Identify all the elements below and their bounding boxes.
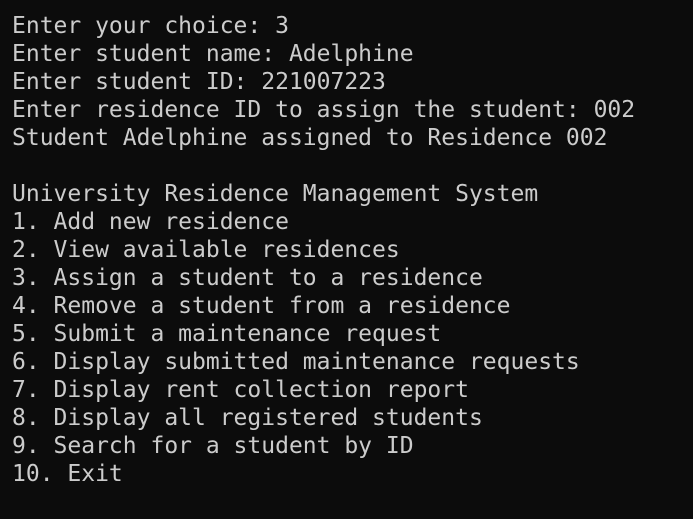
menu-item-display-students: 8. Display all registered students	[12, 405, 483, 431]
menu-item-display-maintenance: 6. Display submitted maintenance request…	[12, 349, 580, 375]
student-name-prompt-line: Enter student name: Adelphine	[12, 41, 414, 67]
assignment-confirmation-line: Student Adelphine assigned to Residence …	[12, 125, 608, 151]
menu-item-exit: 10. Exit	[12, 461, 123, 487]
terminal-window[interactable]: Enter your choice: 3 Enter student name:…	[0, 0, 693, 519]
menu-item-search-student: 9. Search for a student by ID	[12, 433, 414, 459]
menu-item-assign-student: 3. Assign a student to a residence	[12, 265, 483, 291]
menu-item-add-residence: 1. Add new residence	[12, 209, 289, 235]
menu-item-rent-report: 7. Display rent collection report	[12, 377, 469, 403]
menu-item-remove-student: 4. Remove a student from a residence	[12, 293, 511, 319]
menu-item-view-residences: 2. View available residences	[12, 237, 400, 263]
menu-title: University Residence Management System	[12, 181, 539, 207]
student-id-prompt-line: Enter student ID: 221007223	[12, 69, 386, 95]
residence-id-prompt-line: Enter residence ID to assign the student…	[12, 97, 636, 123]
menu-item-submit-maintenance: 5. Submit a maintenance request	[12, 321, 442, 347]
choice-prompt-line: Enter your choice: 3	[12, 13, 289, 39]
